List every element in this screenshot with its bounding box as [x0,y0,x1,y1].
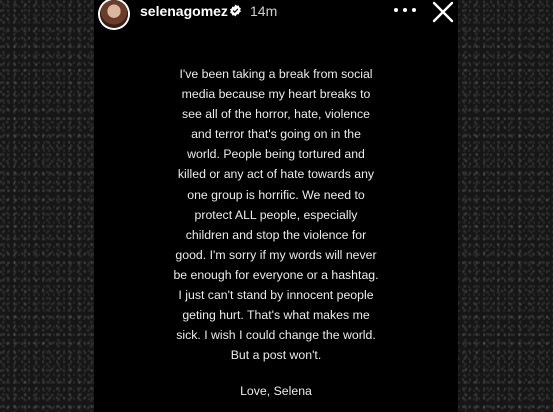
story-viewer[interactable]: selenagomez 14m I've been taking a break… [94,0,458,412]
avatar[interactable] [100,0,128,28]
more-horizontal-icon [412,8,416,12]
more-horizontal-icon [394,8,398,12]
verified-badge-icon [230,4,241,17]
close-icon[interactable] [432,1,454,23]
more-options-button[interactable] [394,3,416,17]
post-time: 14m [250,3,278,19]
story-message: I've been taking a break from social med… [173,67,379,363]
story-header: selenagomez 14m [94,0,458,28]
username[interactable]: selenagomez [140,3,228,19]
story-signoff: Love, Selena [240,384,312,398]
more-horizontal-icon [403,8,407,12]
